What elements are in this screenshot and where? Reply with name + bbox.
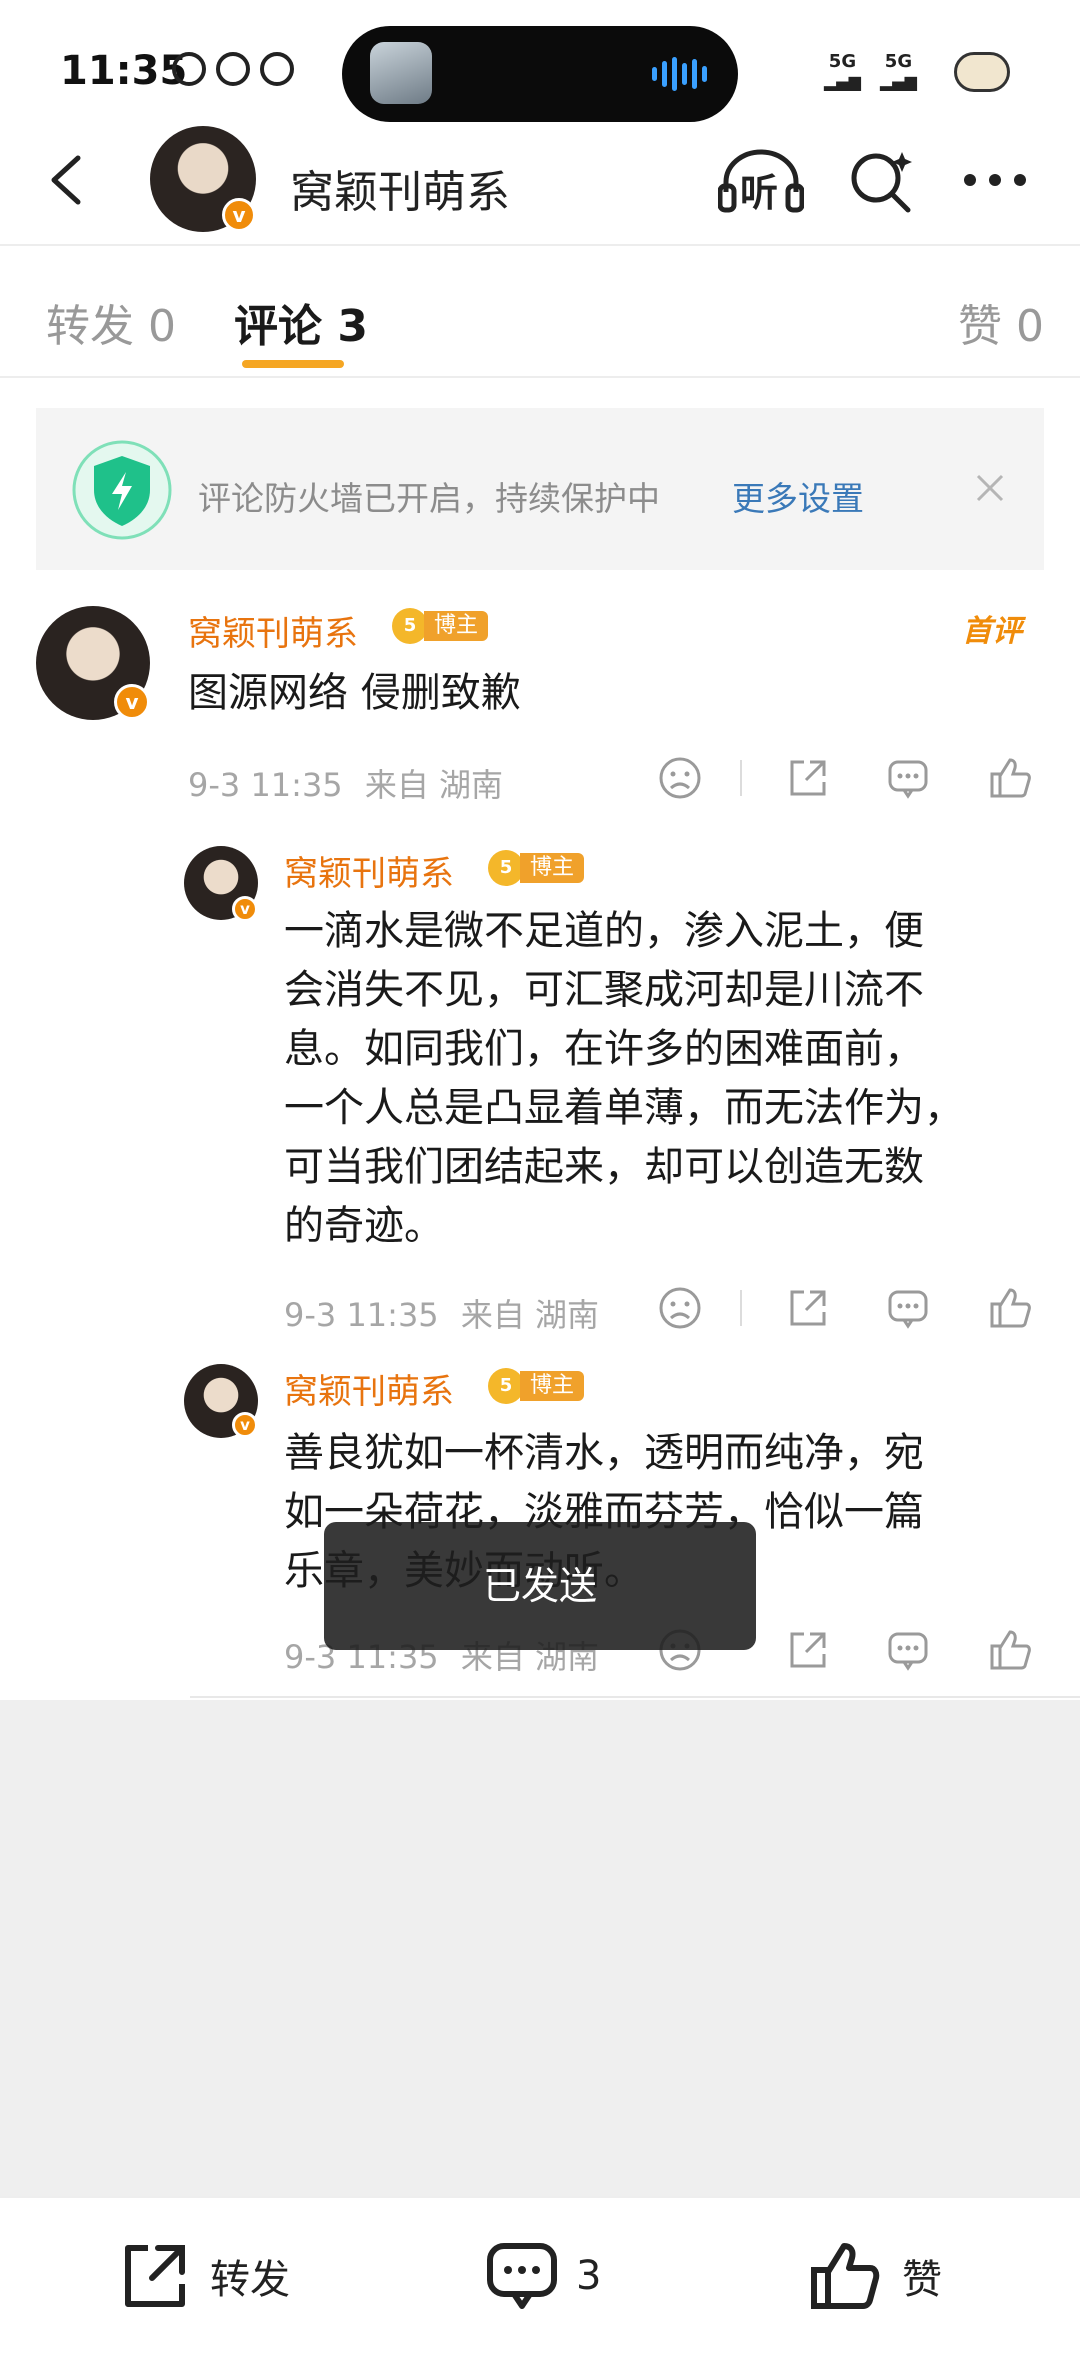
reply-bubble-icon[interactable]	[884, 1284, 932, 1332]
notification-icons	[172, 52, 294, 86]
audio-wave-icon	[652, 56, 707, 92]
list-end-divider	[190, 1696, 1080, 1698]
blogger-badge-label: 博主	[424, 611, 489, 641]
reply-text-line: 一滴水是微不足道的，渗入泥土，便	[284, 908, 924, 954]
comment-text-line: 图源网络 侵删致歉	[188, 670, 521, 716]
repost-share-icon	[125, 2245, 185, 2307]
reply-bubble-icon[interactable]	[884, 1626, 932, 1674]
status-time: 11:35	[60, 48, 188, 94]
verified-badge-icon: v	[232, 896, 258, 922]
weibo-swirl-icon	[172, 52, 206, 86]
signal-label-1: 5G	[828, 51, 857, 72]
tab-likes[interactable]: 赞 0	[958, 290, 1044, 354]
first-comment-tag: 首评	[962, 614, 1022, 649]
crown-level-icon: 5	[488, 850, 524, 886]
battery-icon	[954, 52, 1010, 92]
signal-label-2: 5G	[884, 51, 913, 72]
close-icon[interactable]	[972, 470, 1008, 506]
tab-active-indicator	[242, 360, 344, 368]
dislike-face-icon[interactable]	[656, 754, 704, 802]
wechat-icon	[260, 52, 294, 86]
comment-text: 图源网络 侵删致歉	[188, 664, 521, 723]
like-thumb-icon[interactable]	[986, 754, 1034, 802]
reply-text-line: 一个人总是凸显着单薄，而无法作为，	[284, 1085, 964, 1131]
header-divider	[0, 244, 1080, 246]
firewall-status-text: 评论防火墙已开启，持续保护中	[198, 479, 660, 518]
tab-comments[interactable]: 评论 3	[234, 290, 368, 354]
signal-indicator-1: 5G ▂▄▆	[824, 52, 861, 92]
share-icon[interactable]	[784, 754, 832, 802]
repost-label: 转发	[210, 2257, 290, 2303]
verified-badge-icon: v	[114, 684, 150, 720]
like-thumb-icon[interactable]	[986, 1284, 1034, 1332]
tab-repost[interactable]: 转发 0	[46, 290, 176, 354]
comment-count: 3	[576, 2253, 602, 2299]
comment-actions	[0, 754, 1080, 802]
blogger-badge: 5 博主	[488, 850, 585, 886]
signal-bars-icon: ▂▄▆	[880, 72, 917, 91]
tabs-divider	[0, 376, 1080, 378]
search-icon[interactable]	[848, 148, 914, 214]
blogger-badge-label: 博主	[520, 853, 585, 883]
action-divider	[740, 1290, 742, 1326]
reply-text-line: 息。如同我们，在许多的困难面前，	[284, 1026, 924, 1072]
reply-text-line: 的奇迹。	[284, 1203, 444, 1249]
signal-bars-icon: ▂▄▆	[824, 72, 861, 91]
action-divider	[740, 760, 742, 796]
signal-indicator-2: 5G ▂▄▆	[880, 52, 917, 92]
comment-author-name[interactable]: 窝颖刊萌系	[188, 606, 358, 655]
blogger-badge: 5 博主	[488, 1368, 585, 1404]
blogger-badge: 5 博主	[392, 608, 489, 644]
weibo-icon	[216, 52, 250, 86]
more-icon[interactable]	[960, 170, 1030, 190]
repost-button[interactable]: 转发	[116, 2238, 290, 2314]
back-arrow-icon[interactable]	[40, 150, 100, 210]
firewall-settings-link[interactable]: 更多设置	[732, 472, 864, 520]
reply-text-line: 会消失不见，可汇聚成河却是川流不	[284, 967, 924, 1013]
like-thumb-icon	[811, 2243, 880, 2309]
reply-text: 一滴水是微不足道的，渗入泥土，便 会消失不见，可汇聚成河却是川流不 息。如同我们…	[284, 902, 964, 1256]
page-title[interactable]: 窝颖刊萌系	[290, 156, 510, 220]
reply-author-name[interactable]: 窝颖刊萌系	[284, 846, 454, 895]
reply-bubble-icon[interactable]	[884, 754, 932, 802]
comment-button[interactable]: 3	[484, 2238, 601, 2314]
listen-headphones-icon[interactable]: 听	[718, 148, 804, 215]
verified-badge-icon: v	[222, 198, 256, 232]
crown-level-icon: 5	[488, 1368, 524, 1404]
empty-area	[0, 1700, 1080, 2196]
share-icon[interactable]	[784, 1626, 832, 1674]
reply-actions	[0, 1284, 1080, 1332]
comment-bubble-icon	[487, 2243, 557, 2309]
like-label: 赞	[902, 2257, 942, 2303]
shield-lightning-icon	[72, 440, 172, 540]
now-playing-thumbnail[interactable]	[370, 42, 432, 104]
reply-text-line: 可当我们团结起来，却可以创造无数	[284, 1144, 924, 1190]
reply-text-line: 善良犹如一杯清水，透明而纯净，宛	[284, 1430, 924, 1476]
share-icon[interactable]	[784, 1284, 832, 1332]
crown-level-icon: 5	[392, 608, 428, 644]
verified-badge-icon: v	[232, 1412, 258, 1438]
like-thumb-icon[interactable]	[986, 1626, 1034, 1674]
listen-label: 听	[740, 171, 779, 215]
blogger-badge-label: 博主	[520, 1371, 585, 1401]
reply-author-name[interactable]: 窝颖刊萌系	[284, 1364, 454, 1413]
like-button[interactable]: 赞	[808, 2238, 942, 2314]
sent-toast: 已发送	[324, 1522, 756, 1650]
dislike-face-icon[interactable]	[656, 1284, 704, 1332]
